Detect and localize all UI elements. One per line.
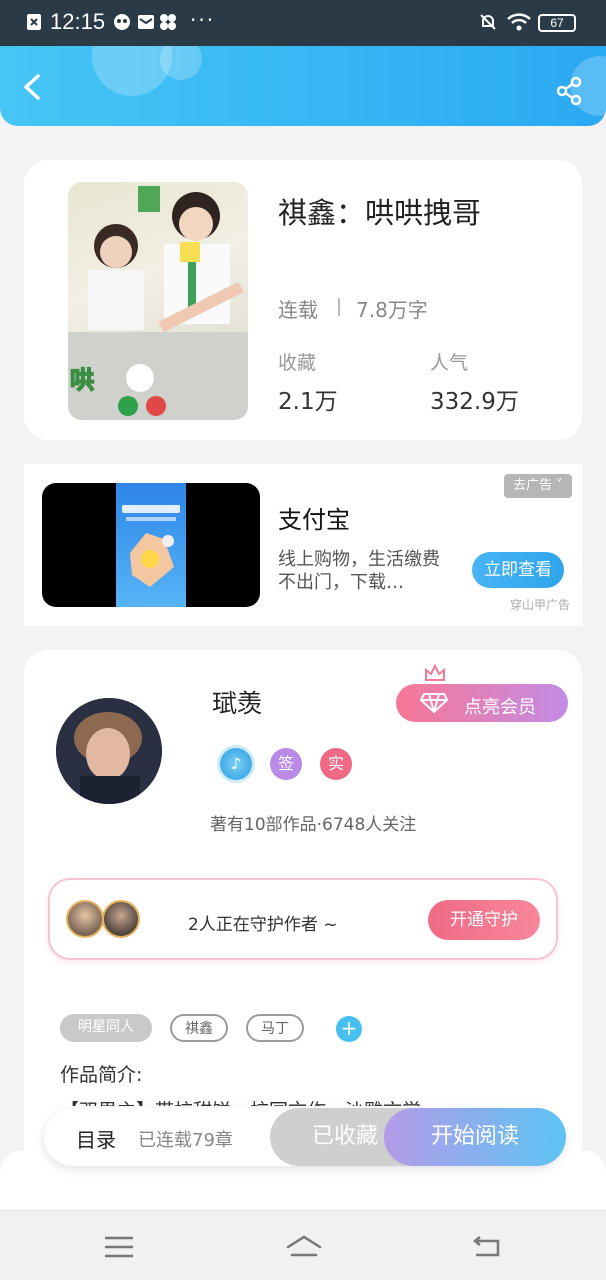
ad-view-button[interactable]: 立即查看 xyxy=(472,552,564,588)
back-icon[interactable] xyxy=(18,72,48,102)
tag-item[interactable]: 明星同人 xyxy=(60,1014,152,1042)
ad-image[interactable] xyxy=(42,483,260,607)
intro-preview: 【双男主】带校甜饼，校园文作，沙雕文学 xyxy=(60,1096,421,1106)
book-info-card: 哄 祺鑫：哄哄拽哥 连载 7.8万字 收藏 2.1万 人气 332.9万 xyxy=(24,160,582,440)
status-time: 12:15 xyxy=(50,9,106,34)
bottom-action-bar: 目录 已连载79章 已收藏 开始阅读 xyxy=(44,1108,566,1166)
popularity-value: 332.9万 xyxy=(430,389,519,415)
add-tag-button[interactable]: + xyxy=(336,1016,362,1042)
word-count: 7.8万字 xyxy=(356,298,428,322)
return-icon[interactable] xyxy=(470,1233,504,1261)
popularity-label: 人气 xyxy=(430,352,469,374)
start-reading-button[interactable]: 开始阅读 xyxy=(384,1108,566,1166)
book-title: 祺鑫：哄哄拽哥 xyxy=(278,196,482,230)
book-cover[interactable]: 哄 xyxy=(68,182,248,420)
home-icon[interactable] xyxy=(284,1233,324,1261)
tag-item[interactable]: 马丁 xyxy=(246,1014,304,1042)
ad-poster-art xyxy=(122,505,180,587)
svg-text:哄: 哄 xyxy=(70,366,94,394)
vip-membership-button[interactable]: 点亮会员 xyxy=(396,684,568,722)
diamond-icon xyxy=(420,693,448,713)
book-status: 连载 xyxy=(278,298,318,322)
status-more: ··· xyxy=(190,8,216,32)
cover-illustration: 哄 xyxy=(68,186,248,420)
avatar-photo xyxy=(56,698,162,804)
signed-badge: 签 xyxy=(270,748,302,780)
ad-banner[interactable]: 去广告 ˅ 支付宝 线上购物，生活缴费不出门，下载… 立即查看 穿山甲广告 xyxy=(24,464,582,626)
pinwheel-icon xyxy=(160,14,176,30)
vip-button-label: 点亮会员 xyxy=(464,697,536,718)
share-icon[interactable] xyxy=(554,76,584,106)
favorites-value: 2.1万 xyxy=(278,389,338,415)
divider xyxy=(338,298,340,316)
remove-ads-button[interactable]: 去广告 ˅ xyxy=(504,474,572,498)
ad-description: 线上购物，生活缴费不出门，下载… xyxy=(278,549,440,593)
author-works-info: 著有10部作品·6748人关注 xyxy=(210,815,417,835)
mute-icon xyxy=(480,14,496,30)
author-avatar[interactable] xyxy=(56,698,162,804)
music-badge-icon: ♪ xyxy=(220,748,252,780)
battery-indicator: 67 xyxy=(538,14,576,32)
guard-count-text: 2人正在守护作者 ~ xyxy=(188,915,338,935)
ad-poster xyxy=(116,483,186,607)
status-bar: 12:15 ··· 67 xyxy=(0,0,606,46)
favorites-label: 收藏 xyxy=(278,352,317,374)
header-bubble xyxy=(160,46,202,80)
mail-icon xyxy=(138,15,154,29)
ad-title: 支付宝 xyxy=(278,506,350,534)
ad-source-label: 穿山甲广告 xyxy=(509,598,570,612)
app-notification-icon xyxy=(114,14,130,30)
chapter-count: 已连载79章 xyxy=(138,1130,233,1151)
top-header xyxy=(0,46,606,126)
toc-button[interactable]: 目录 xyxy=(76,1124,116,1153)
wifi-icon xyxy=(507,13,531,31)
guardian-avatar xyxy=(102,900,140,938)
verified-badge: 实 xyxy=(320,748,352,780)
sim-icon xyxy=(27,14,41,30)
intro-label: 作品简介: xyxy=(60,1064,143,1086)
tag-item[interactable]: 祺鑫 xyxy=(170,1014,228,1042)
system-navigation-bar xyxy=(0,1210,606,1280)
guard-author-panel: 2人正在守护作者 ~ 开通守护 xyxy=(48,878,558,960)
guardian-avatar xyxy=(66,900,104,938)
author-name: 珷羡 xyxy=(212,689,263,718)
open-guard-button[interactable]: 开通守护 xyxy=(428,900,540,940)
crown-icon xyxy=(425,664,445,681)
menu-icon[interactable] xyxy=(102,1233,136,1261)
